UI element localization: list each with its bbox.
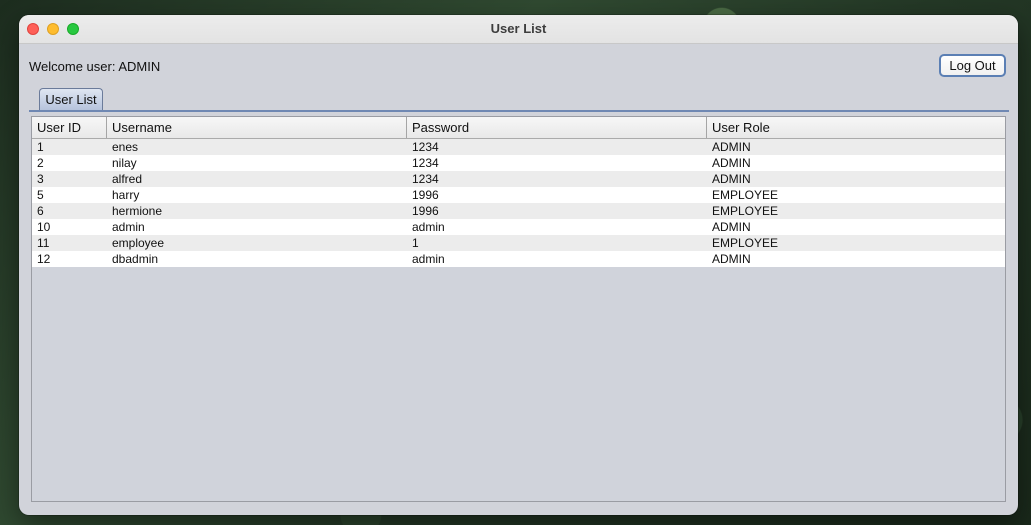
table-row[interactable]: 12 dbadmin admin ADMIN [32,251,1005,267]
table-cell-username: harry [112,188,140,202]
table-header-row: User ID Username Password User Role [32,117,1005,139]
table-cell-password: 1234 [412,172,439,186]
table-row[interactable]: 2 nilay 1234 ADMIN [32,155,1005,171]
window-title: User List [490,21,547,36]
table-row[interactable]: 5 harry 1996 EMPLOYEE [32,187,1005,203]
table-cell-user-id: 11 [37,236,50,250]
table-cell-user-role: ADMIN [712,220,751,234]
title-bar: User List [19,15,1018,44]
table-cell-user-id: 3 [37,172,44,186]
table-cell-user-role: ADMIN [712,172,751,186]
table-cell-user-role: ADMIN [712,252,751,266]
table-cell-username: hermione [112,204,163,218]
logout-button[interactable]: Log Out [939,54,1006,77]
table-cell-password: 1234 [412,156,439,170]
table-cell-user-id: 1 [37,140,44,154]
table-row[interactable]: 10 admin admin ADMIN [32,219,1005,235]
table-cell-username: dbadmin [112,252,159,266]
welcome-label: Welcome user: ADMIN [29,59,161,74]
table-row[interactable]: 1 enes 1234 ADMIN [32,139,1005,155]
table-cell-user-id: 5 [37,188,44,202]
table-cell-password: 1996 [412,204,439,218]
table-cell-user-id: 2 [37,156,44,170]
table-cell-user-id: 12 [37,252,51,266]
user-table[interactable]: User ID Username Password User Role 1 en… [31,116,1006,502]
column-header-username[interactable]: Username [107,117,407,138]
table-cell-username: employee [112,236,165,250]
table-cell-username: nilay [112,156,137,170]
app-window: User List Welcome user: ADMIN Log Out Us… [19,15,1018,515]
table-cell-user-role: EMPLOYEE [712,204,779,218]
table-cell-user-id: 6 [37,204,44,218]
tab-divider [29,110,1009,112]
column-header-user-id[interactable]: User ID [32,117,107,138]
tab-user-list[interactable]: User List [39,88,103,110]
table-cell-user-role: EMPLOYEE [712,236,779,250]
table-cell-password: admin [412,220,445,234]
table-cell-password: 1234 [412,140,439,154]
table-cell-user-role: EMPLOYEE [712,188,779,202]
table-cell-password: admin [412,252,445,266]
column-header-user-role[interactable]: User Role [707,117,1005,138]
table-cell-username: admin [112,220,145,234]
table-cell-password: 1 [412,236,419,250]
table-row[interactable]: 11 employee 1 EMPLOYEE [32,235,1005,251]
table-cell-user-role: ADMIN [712,140,751,154]
table-cell-username: alfred [112,172,143,186]
table-cell-password: 1996 [412,188,439,202]
table-cell-user-role: ADMIN [712,156,751,170]
table-row[interactable]: 6 hermione 1996 EMPLOYEE [32,203,1005,219]
table-cell-user-id: 10 [37,220,51,234]
table-row[interactable]: 3 alfred 1234 ADMIN [32,171,1005,187]
table-cell-username: enes [112,140,139,154]
column-header-password[interactable]: Password [407,117,707,138]
